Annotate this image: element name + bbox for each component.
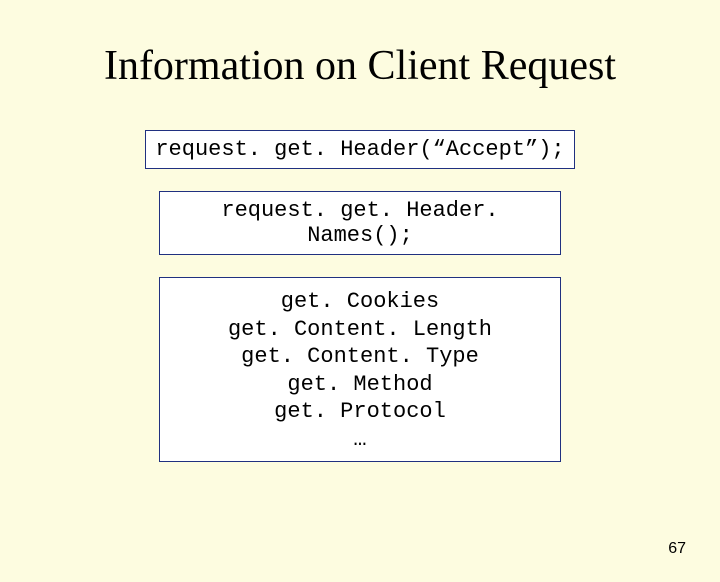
list-item: get. Content. Length xyxy=(168,316,552,344)
page-number: 67 xyxy=(668,540,686,558)
code-box-1: request. get. Header(“Accept”); xyxy=(145,130,575,169)
list-item: get. Cookies xyxy=(168,288,552,316)
code-text-2: request. get. Header. Names(); xyxy=(221,198,498,248)
code-box-3: get. Cookies get. Content. Length get. C… xyxy=(159,277,561,462)
content-area: request. get. Header(“Accept”); request.… xyxy=(0,130,720,462)
list-item: get. Content. Type xyxy=(168,343,552,371)
list-item: get. Protocol xyxy=(168,398,552,426)
list-item: … xyxy=(168,426,552,454)
code-box-2: request. get. Header. Names(); xyxy=(159,191,561,255)
slide-title: Information on Client Request xyxy=(0,42,720,90)
code-text-1: request. get. Header(“Accept”); xyxy=(155,137,564,162)
list-item: get. Method xyxy=(168,371,552,399)
